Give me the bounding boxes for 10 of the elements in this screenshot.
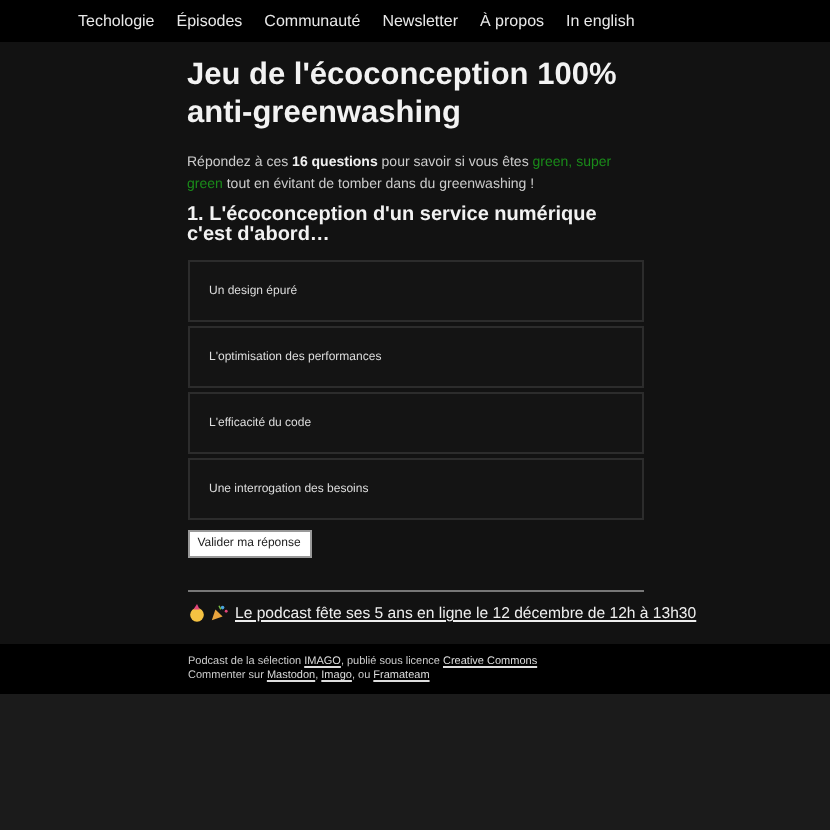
party-popper-icon [209,604,227,622]
question-title: 1. L'écoconception d'un service numérique c'est d'abord… [187,206,599,246]
page-title: Jeu de l'écoconception 100% anti-greenwashing [187,56,619,132]
nav-link[interactable]: À propos [480,12,545,30]
party-face-icon [187,604,205,622]
nav-link[interactable]: Communauté [264,12,361,30]
nav-link[interactable]: Techologie [78,12,155,30]
nav-link[interactable]: Épisodes [176,12,243,30]
nav-link[interactable]: Newsletter [382,12,458,30]
nav-link[interactable]: In english [566,12,635,30]
